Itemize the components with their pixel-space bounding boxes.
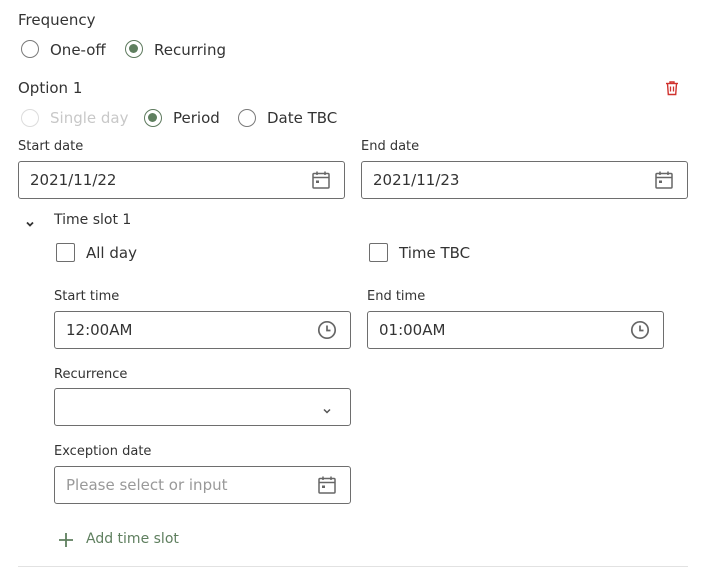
radio-one-off[interactable] (21, 40, 39, 58)
radio-recurring[interactable] (125, 40, 143, 58)
frequency-title: Frequency (18, 11, 96, 29)
radio-date-tbc-label[interactable]: Date TBC (267, 109, 337, 127)
calendar-icon[interactable] (311, 170, 331, 190)
recurrence-select[interactable] (54, 388, 351, 426)
radio-date-tbc[interactable] (238, 109, 256, 127)
divider (18, 566, 688, 567)
start-time-field[interactable] (54, 311, 351, 349)
add-time-slot-button[interactable]: Add time slot (56, 529, 196, 551)
start-date-label: Start date (18, 139, 84, 154)
start-time-input[interactable] (66, 312, 286, 348)
chevron-down-icon[interactable] (321, 402, 333, 414)
start-date-field[interactable] (18, 161, 345, 199)
start-date-input[interactable] (30, 162, 250, 198)
all-day-label[interactable]: All day (86, 244, 137, 262)
plus-icon (57, 531, 75, 549)
clock-icon[interactable] (630, 320, 650, 340)
exception-date-label: Exception date (54, 444, 152, 459)
clock-icon[interactable] (317, 320, 337, 340)
time-tbc-label[interactable]: Time TBC (399, 244, 470, 262)
radio-single-day (21, 109, 39, 127)
option-title: Option 1 (18, 79, 83, 97)
add-time-slot-label: Add time slot (86, 531, 179, 547)
start-time-label: Start time (54, 289, 120, 304)
radio-single-day-label: Single day (50, 109, 129, 127)
exception-date-field[interactable] (54, 466, 351, 504)
time-tbc-checkbox[interactable] (369, 243, 388, 262)
calendar-icon[interactable] (317, 475, 337, 495)
end-date-field[interactable] (361, 161, 688, 199)
trash-icon[interactable] (664, 80, 680, 96)
chevron-down-icon[interactable] (24, 215, 36, 227)
time-slot-title[interactable]: Time slot 1 (54, 212, 131, 228)
radio-period[interactable] (144, 109, 162, 127)
end-time-input[interactable] (379, 312, 599, 348)
radio-one-off-label[interactable]: One-off (50, 41, 106, 59)
end-date-input[interactable] (373, 162, 593, 198)
exception-date-input[interactable] (66, 467, 286, 503)
radio-recurring-label[interactable]: Recurring (154, 41, 226, 59)
end-date-label: End date (361, 139, 420, 154)
end-time-field[interactable] (367, 311, 664, 349)
radio-period-label[interactable]: Period (173, 109, 220, 127)
calendar-icon[interactable] (654, 170, 674, 190)
all-day-checkbox[interactable] (56, 243, 75, 262)
recurrence-label: Recurrence (54, 367, 128, 382)
end-time-label: End time (367, 289, 426, 304)
